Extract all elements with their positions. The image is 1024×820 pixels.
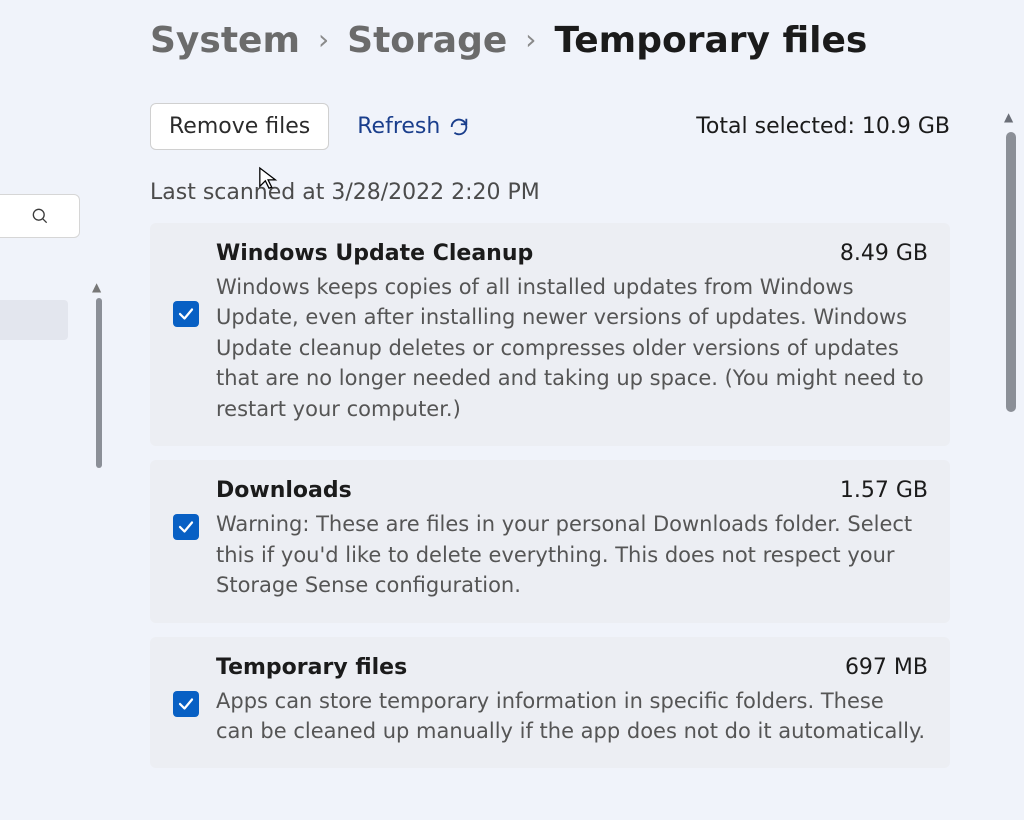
action-bar: Remove files Refresh Total selected: 10.… (150, 103, 950, 150)
checkbox-downloads[interactable] (173, 514, 199, 540)
temp-files-list: Windows Update Cleanup 8.49 GB Windows k… (150, 223, 950, 768)
search-input[interactable] (0, 194, 80, 238)
left-nav-scrollbar[interactable]: ▲ (90, 280, 108, 820)
item-description: Apps can store temporary information in … (216, 686, 928, 747)
list-item: Temporary files 697 MB Apps can store te… (150, 637, 950, 769)
breadcrumb-storage[interactable]: Storage (347, 20, 507, 61)
check-icon (177, 518, 195, 536)
page-content: System › Storage › Temporary files Remov… (150, 20, 950, 768)
chevron-up-icon[interactable]: ▲ (1004, 110, 1013, 124)
last-scanned-label: Last scanned at 3/28/2022 2:20 PM (150, 180, 950, 205)
list-item: Downloads 1.57 GB Warning: These are fil… (150, 460, 950, 622)
refresh-button[interactable]: Refresh (357, 114, 470, 139)
nav-item-selected[interactable] (0, 300, 68, 340)
item-title: Windows Update Cleanup (216, 241, 533, 266)
item-description: Warning: These are files in your persona… (216, 509, 928, 600)
breadcrumb-system[interactable]: System (150, 20, 300, 61)
breadcrumb: System › Storage › Temporary files (150, 20, 950, 61)
scrollbar-thumb[interactable] (1006, 132, 1016, 412)
chevron-right-icon: › (318, 23, 329, 56)
item-title: Temporary files (216, 655, 407, 680)
checkbox-temporary-files[interactable] (173, 691, 199, 717)
scrollbar-thumb[interactable] (96, 298, 102, 468)
checkbox-windows-update-cleanup[interactable] (173, 301, 199, 327)
remove-files-button[interactable]: Remove files (150, 103, 329, 150)
left-navigation-rail (0, 0, 90, 820)
item-title: Downloads (216, 478, 352, 503)
list-item: Windows Update Cleanup 8.49 GB Windows k… (150, 223, 950, 446)
total-selected-label: Total selected: 10.9 GB (696, 114, 950, 139)
item-size: 1.57 GB (840, 478, 928, 503)
chevron-right-icon: › (525, 23, 536, 56)
page-scrollbar[interactable]: ▲ (998, 110, 1024, 810)
check-icon (177, 695, 195, 713)
item-size: 697 MB (845, 655, 928, 680)
chevron-up-icon[interactable]: ▲ (92, 280, 101, 294)
page-title: Temporary files (554, 20, 867, 61)
item-description: Windows keeps copies of all installed up… (216, 272, 928, 424)
refresh-label: Refresh (357, 114, 440, 139)
item-size: 8.49 GB (840, 241, 928, 266)
search-icon (30, 206, 50, 226)
check-icon (177, 305, 195, 323)
refresh-icon (448, 116, 470, 138)
